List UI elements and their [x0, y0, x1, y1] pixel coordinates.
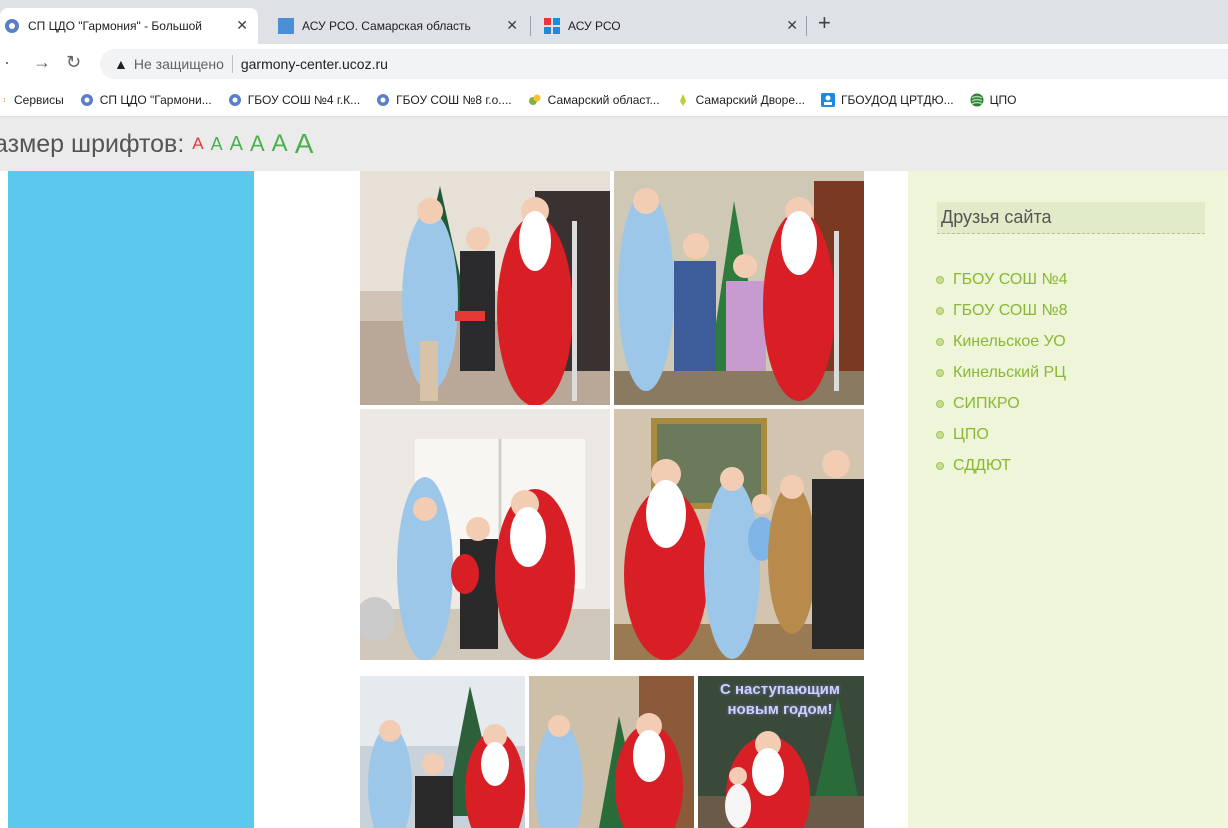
font-size-option-4[interactable]: A [250, 131, 265, 157]
bookmark-school-4[interactable]: ГБОУ СОШ №4 г.К... [228, 93, 360, 107]
friends-links-list: ГБОУ СОШ №4 ГБОУ СОШ №8 Кинельское УО Ки… [936, 264, 1068, 481]
friend-link-label[interactable]: СИПКРО [953, 395, 1020, 413]
bookmark-garmoniya[interactable]: СП ЦДО "Гармони... [80, 93, 212, 107]
bookmark-label: Сервисы [14, 93, 64, 107]
greeting-line: С наступающим [720, 681, 840, 698]
friend-link[interactable]: ЦПО [936, 419, 1068, 450]
globe-icon [970, 93, 984, 107]
friend-link[interactable]: Кинельское УО [936, 326, 1068, 357]
tab-divider [530, 16, 531, 36]
bullet-icon [936, 461, 944, 470]
friend-link[interactable]: СИПКРО [936, 388, 1068, 419]
leaf-icon [679, 94, 686, 106]
reload-icon[interactable]: ↻ [66, 52, 81, 73]
friend-link[interactable]: ГБОУ СОШ №8 [936, 295, 1068, 326]
site-icon [5, 19, 19, 33]
bookmark-label: ГБОУ СОШ №8 г.о.... [396, 93, 512, 107]
bullet-icon [936, 337, 944, 346]
bullet-icon [936, 399, 944, 408]
bullet-icon [936, 275, 944, 284]
left-sidebar [8, 171, 254, 828]
apps-icon [4, 98, 5, 102]
friend-link-label[interactable]: СДДЮТ [953, 457, 1011, 475]
font-size-label: азмер шрифтов: [0, 129, 185, 158]
site-icon [228, 94, 241, 106]
greeting-line: новым годом! [727, 701, 833, 718]
browser-toolbar: · → ↻ ▲ Не защищено garmony-center.ucoz.… [0, 44, 1228, 84]
bookmark-crtdyu[interactable]: ГБОУДОД ЦРТДЮ... [821, 93, 954, 107]
warning-icon[interactable]: ▲ [114, 56, 128, 72]
bookmark-label: ГБОУ СОШ №4 г.К... [247, 93, 361, 107]
close-icon[interactable]: ✕ [786, 17, 798, 34]
font-size-option-6[interactable]: A [295, 128, 314, 160]
friend-link[interactable]: СДДЮТ [936, 450, 1068, 481]
bookmark-label: СП ЦДО "Гармони... [99, 93, 212, 107]
friend-link[interactable]: ГБОУ СОШ №4 [936, 264, 1068, 295]
badge-icon [821, 93, 836, 107]
bookmark-school-8[interactable]: ГБОУ СОШ №8 г.о.... [376, 93, 512, 107]
tab-title: АСУ РСО. Самарская область [302, 19, 471, 33]
friends-widget-title: Друзья сайта [937, 202, 1205, 234]
close-icon[interactable]: ✕ [506, 17, 518, 34]
friend-link-label[interactable]: Кинельское УО [953, 333, 1066, 351]
bookmark-samara-palace[interactable]: Самарский Дворе... [676, 93, 805, 107]
greeting-text: С наступающим новым годом! [700, 680, 860, 720]
site-icon [80, 94, 93, 106]
close-icon[interactable]: ✕ [236, 17, 248, 34]
photo-collage-5 [360, 676, 525, 828]
tab-title: АСУ РСО [568, 19, 621, 33]
bookmark-cpo[interactable]: ЦПО [970, 93, 1017, 107]
tab-divider [806, 16, 807, 36]
bookmark-services[interactable]: Сервисы [4, 93, 64, 107]
photo-collage-3 [360, 409, 610, 660]
bookmark-samara-regional[interactable]: Самарский област... [528, 93, 660, 107]
bookmark-label: Самарский Дворе... [695, 93, 806, 107]
photo-collage-4 [614, 409, 864, 660]
address-bar[interactable]: ▲ Не защищено garmony-center.ucoz.ru [100, 49, 1228, 79]
forward-icon[interactable]: → [33, 52, 51, 73]
photo-collage-6 [529, 676, 694, 828]
friend-link[interactable]: Кинельский РЦ [936, 357, 1068, 388]
security-status[interactable]: Не защищено [134, 56, 224, 72]
bookmark-label: ГБОУДОД ЦРТДЮ... [841, 93, 954, 107]
tab-asu-rso[interactable]: АСУ РСО ✕ [536, 8, 808, 44]
friend-link-label[interactable]: Кинельский РЦ [953, 364, 1066, 382]
font-size-option-2[interactable]: A [211, 134, 223, 155]
photo-collage-1 [360, 171, 610, 405]
bookmarks-bar: Сервисы СП ЦДО "Гармони... ГБОУ СОШ №4 г… [0, 84, 1228, 117]
tab-strip: СП ЦДО "Гармония" - Большой ✕ АСУ РСО. С… [0, 0, 1228, 44]
new-tab-button[interactable]: + [818, 10, 831, 36]
bullet-icon [936, 306, 944, 315]
font-size-option-3[interactable]: A [230, 133, 243, 156]
photo-collage-2 [614, 171, 864, 405]
tab-asu-rso-samara[interactable]: АСУ РСО. Самарская область ✕ [272, 8, 528, 44]
leaf-icon [528, 94, 541, 105]
page-icon [278, 18, 294, 34]
font-size-bar: азмер шрифтов: A A A A A A [0, 117, 1228, 171]
asu-icon [544, 18, 560, 34]
bookmark-label: Самарский област... [547, 93, 660, 107]
font-size-option-5[interactable]: A [272, 130, 288, 158]
tab-title: СП ЦДО "Гармония" - Большой [28, 19, 202, 33]
bullet-icon [936, 368, 944, 377]
friend-link-label[interactable]: ГБОУ СОШ №4 [953, 271, 1068, 289]
back-icon[interactable]: · [4, 52, 10, 73]
url-text[interactable]: garmony-center.ucoz.ru [241, 56, 388, 72]
address-divider [231, 55, 233, 73]
site-icon [377, 94, 390, 106]
tab-garmoniya[interactable]: СП ЦДО "Гармония" - Большой ✕ [0, 8, 258, 44]
bullet-icon [936, 430, 944, 439]
friend-link-label[interactable]: ГБОУ СОШ №8 [953, 302, 1068, 320]
font-size-option-1[interactable]: A [192, 134, 203, 154]
bookmark-label: ЦПО [989, 93, 1017, 107]
friend-link-label[interactable]: ЦПО [953, 426, 989, 444]
